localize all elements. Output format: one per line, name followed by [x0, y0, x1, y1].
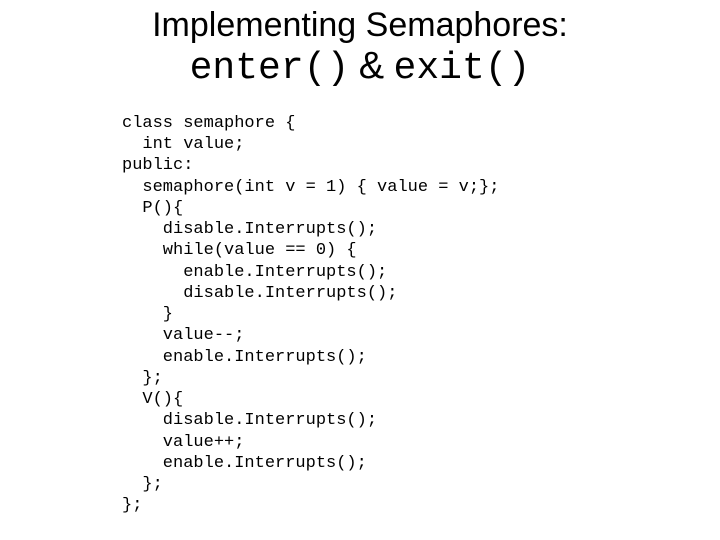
code-line: semaphore(int v = 1) { value = v;}; — [122, 178, 499, 197]
code-line: }; — [122, 475, 163, 494]
code-line: }; — [122, 369, 163, 388]
code-line: enable.Interrupts(); — [122, 348, 367, 367]
title-line1: Implementing Semaphores: — [152, 6, 568, 44]
code-line: value++; — [122, 433, 244, 452]
code-line: disable.Interrupts(); — [122, 411, 377, 430]
code-line: }; — [122, 496, 142, 515]
slide-title: Implementing Semaphores: enter() & exit(… — [0, 0, 720, 91]
code-line: disable.Interrupts(); — [122, 220, 377, 239]
title-code-exit: exit() — [394, 47, 531, 90]
code-line: } — [122, 305, 173, 324]
code-line: class semaphore { — [122, 114, 295, 133]
code-line: disable.Interrupts(); — [122, 284, 397, 303]
code-line: V(){ — [122, 390, 183, 409]
code-line: value--; — [122, 326, 244, 345]
code-block: class semaphore { int value; public: sem… — [122, 113, 720, 517]
code-line: enable.Interrupts(); — [122, 454, 367, 473]
code-line: enable.Interrupts(); — [122, 263, 387, 282]
title-amp: & — [359, 45, 384, 87]
code-line: while(value == 0) { — [122, 241, 357, 260]
title-code-enter: enter() — [190, 47, 350, 90]
code-line: public: — [122, 156, 193, 175]
slide: Implementing Semaphores: enter() & exit(… — [0, 0, 720, 540]
code-line: P(){ — [122, 199, 183, 218]
code-line: int value; — [122, 135, 244, 154]
